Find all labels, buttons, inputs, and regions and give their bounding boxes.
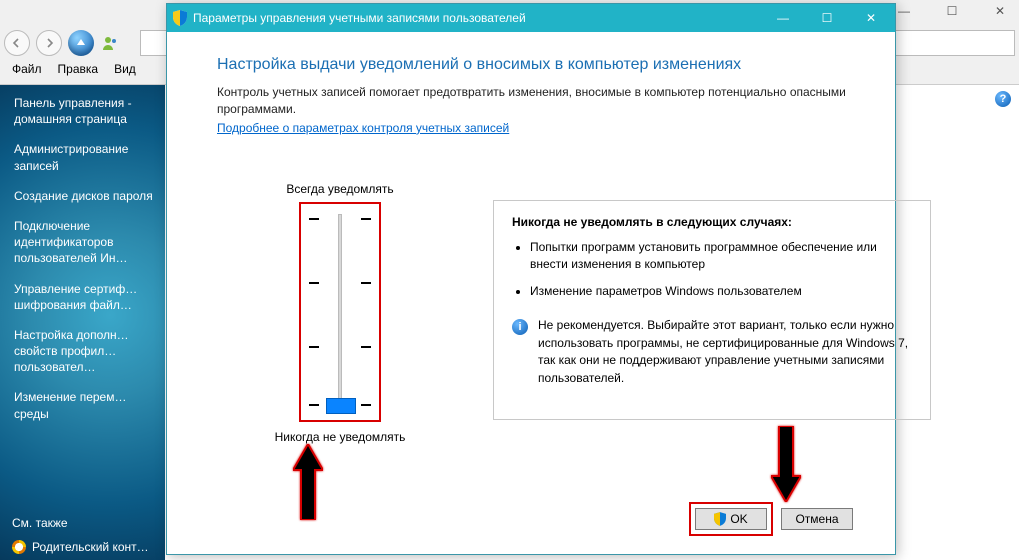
dialog-minimize-button[interactable]: — [761,5,805,31]
nav-forward-button[interactable] [36,30,62,56]
user-icon [100,33,120,53]
sidebar-link-manage-certs[interactable]: Управление сертиф… шифрования файл… [14,281,155,313]
uac-slider-thumb[interactable] [326,398,356,414]
cancel-button-label: Отмена [795,512,838,526]
slider-label-bottom: Никогда не уведомлять [235,430,445,444]
menu-view[interactable]: Вид [114,62,136,76]
dialog-titlebar[interactable]: Параметры управления учетными записями п… [167,4,895,32]
uac-slider-track[interactable] [338,214,342,410]
menu-file[interactable]: Файл [12,62,42,76]
nav-back-button[interactable] [4,30,30,56]
slider-highlight-box [299,202,381,422]
bg-close-button[interactable]: ✕ [983,1,1017,21]
slider-tick-2 [301,282,379,284]
slider-zone: Всегда уведомлять Никогда не уведомлять [235,182,445,444]
learn-more-link[interactable]: Подробнее о параметрах контроля учетных … [217,121,509,135]
dialog-title: Параметры управления учетными записями п… [193,11,755,25]
sidebar-link-home[interactable]: Панель управления - домашняя страница [14,95,155,127]
slider-tick-3 [301,346,379,348]
ok-button-highlight: OK [689,502,773,536]
bg-maximize-button[interactable]: ☐ [935,1,969,21]
annotation-arrow-up [293,444,319,520]
sidebar-parental-label: Родительский конт… [32,540,149,554]
sidebar-link-env-vars[interactable]: Изменение перем… среды [14,389,155,421]
dialog-heading: Настройка выдачи уведомлений о вносимых … [217,56,853,74]
background-toolbar [4,30,120,56]
sidebar-link-parental[interactable]: Родительский конт… [12,540,149,554]
cancel-button[interactable]: Отмена [781,508,853,530]
sidebar-link-create-disk[interactable]: Создание дисков пароля [14,188,155,204]
nav-up-button[interactable] [68,30,94,56]
dialog-close-button[interactable]: ✕ [849,5,893,31]
annotation-arrow-down [771,426,797,502]
sidebar-see-also-label: См. также [12,516,149,530]
shield-icon [714,512,726,526]
ok-button[interactable]: OK [695,508,767,530]
sidebar-link-configure-profile[interactable]: Настройка дополн… свойств профил… пользо… [14,327,155,376]
dialog-maximize-button[interactable]: ☐ [805,5,849,31]
menu-edit[interactable]: Правка [58,62,99,76]
button-row: OK Отмена [689,502,853,536]
dialog-intro-text: Контроль учетных записей помогает предот… [217,84,853,119]
slider-tick-1 [301,218,379,220]
description-item-1: Попытки программ установить программное … [530,239,912,273]
dialog-body: Настройка выдачи уведомлений о вносимых … [167,32,895,554]
background-sidepanel: Панель управления - домашняя страница Ад… [0,85,165,560]
background-window-controls: — ☐ ✕ [887,0,1019,22]
ok-button-label: OK [730,512,747,526]
background-menu: Файл Правка Вид [12,62,136,76]
sidebar-link-admin[interactable]: Администрирование записей [14,141,155,173]
info-icon: i [512,319,528,335]
description-box: Никогда не уведомлять в следующих случая… [493,200,931,420]
slider-label-top: Всегда уведомлять [235,182,445,196]
help-icon[interactable]: ? [995,91,1011,107]
shield-icon [173,10,187,26]
description-title: Никогда не уведомлять в следующих случая… [512,215,912,229]
description-item-2: Изменение параметров Windows пользовател… [530,283,912,300]
uac-dialog: Параметры управления учетными записями п… [166,3,896,555]
warning-text: Не рекомендуется. Выбирайте этот вариант… [538,317,912,387]
sidebar-link-connect-ids[interactable]: Подключение идентификаторов пользователе… [14,218,155,267]
flower-icon [12,540,26,554]
